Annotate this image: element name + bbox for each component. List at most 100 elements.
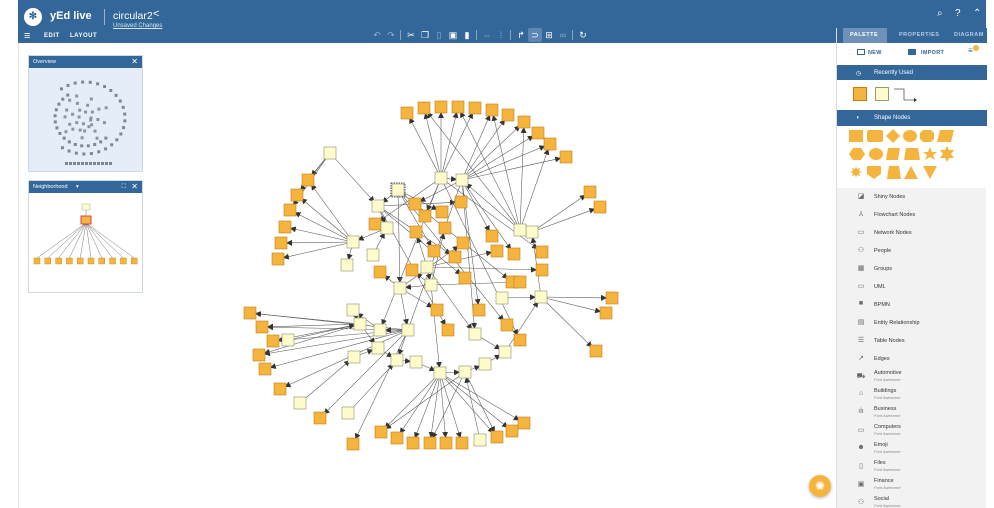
graph-node[interactable] [368, 217, 382, 231]
close-icon[interactable]: ✕ [131, 57, 138, 66]
graph-node[interactable] [366, 248, 380, 262]
graph-node[interactable] [448, 250, 462, 264]
graph-node[interactable] [341, 406, 355, 420]
graph-node[interactable] [543, 137, 557, 151]
graph-node[interactable] [391, 183, 405, 197]
palette-item-shiny-nodes[interactable]: ◪ Shiny Nodes [837, 188, 987, 206]
graph-node[interactable] [534, 290, 548, 304]
graph-node[interactable] [593, 200, 607, 214]
graph-node[interactable] [517, 416, 531, 430]
shape-parallelogram[interactable] [937, 130, 954, 142]
graph-edge[interactable] [464, 376, 481, 441]
shape-star8[interactable] [850, 166, 862, 178]
graph-node[interactable] [433, 366, 447, 380]
graph-node[interactable] [513, 333, 527, 347]
graph-node[interactable] [454, 195, 468, 209]
graph-node[interactable] [390, 431, 404, 445]
graph-edge[interactable] [461, 119, 506, 181]
palette-item-edges[interactable]: ↗ Edges [837, 350, 987, 368]
graph-node[interactable] [340, 258, 354, 272]
tab-properties[interactable]: PROPERTIES [899, 32, 939, 38]
graph-node[interactable] [589, 344, 603, 358]
graph-edge[interactable] [439, 372, 509, 428]
graph-node[interactable] [468, 101, 482, 115]
palette-item-emoji[interactable]: ☻ Emoji Font Awesome [837, 440, 987, 458]
graph-node[interactable] [346, 235, 360, 249]
graph-node[interactable] [418, 209, 432, 223]
graph-node[interactable] [605, 291, 619, 305]
graph-node[interactable] [531, 126, 545, 140]
graph-edge[interactable] [439, 372, 494, 434]
palette-item-files[interactable]: ▯ Files Font Awesome [837, 458, 987, 476]
graph-node[interactable] [281, 333, 295, 347]
graph-node[interactable] [417, 101, 431, 115]
graph-edge[interactable] [440, 111, 459, 179]
palette-item-entity-relationship[interactable]: ▤ Entity Relationship [837, 314, 987, 332]
palette-item-uml[interactable]: ▭ UML [837, 278, 987, 296]
graph-node[interactable] [293, 396, 307, 410]
neighborhood-panel[interactable]: Neighborhood ▾ ⛶ ✕ [28, 180, 143, 293]
palette-item-flowchart-nodes[interactable]: ⅄ Flowchart Nodes [837, 206, 987, 224]
graph-node[interactable] [490, 430, 504, 444]
neighborhood-title[interactable]: Neighborhood [33, 184, 68, 190]
graph-edge[interactable] [285, 239, 354, 246]
shape-triangle[interactable] [904, 166, 918, 179]
graph-node[interactable] [468, 327, 482, 341]
tab-palette[interactable]: PALETTE [850, 32, 878, 38]
palette-item-finance[interactable]: ▣ Finance Font Awesome [837, 476, 987, 494]
close-icon[interactable]: ✕ [131, 182, 138, 191]
graph-node[interactable] [517, 115, 531, 129]
graph-node[interactable] [346, 437, 360, 451]
tab-diagram[interactable]: DIAGRAM [954, 32, 984, 38]
graph-edge[interactable] [430, 232, 446, 286]
recent-edge-icon[interactable] [892, 86, 918, 104]
graph-node[interactable] [439, 436, 453, 450]
graph-edge[interactable] [289, 226, 354, 243]
graph-node[interactable] [409, 355, 423, 369]
graph-edge[interactable] [519, 148, 550, 231]
graph-node[interactable] [301, 173, 315, 187]
graph-node[interactable] [405, 263, 419, 277]
graph-node[interactable] [583, 185, 597, 199]
graph-edge[interactable] [384, 372, 441, 429]
overview-minimap[interactable] [29, 68, 142, 171]
graph-node[interactable] [505, 424, 519, 438]
graph-node[interactable] [430, 303, 444, 317]
graph-node[interactable] [434, 171, 448, 185]
expand-icon[interactable]: ⛶ [122, 184, 126, 191]
graph-edge[interactable] [396, 189, 403, 284]
graph-edge[interactable] [254, 311, 361, 325]
graph-node[interactable] [346, 303, 360, 317]
graph-node[interactable] [271, 252, 285, 266]
graph-edge[interactable] [432, 371, 466, 439]
palette-item-people[interactable]: ⚇ People [837, 242, 987, 260]
graph-node[interactable] [252, 348, 266, 362]
graph-node[interactable] [420, 260, 434, 274]
graph-node[interactable] [274, 236, 288, 250]
recent-orange-node[interactable] [853, 87, 867, 101]
graph-edge[interactable] [465, 183, 521, 231]
graph-node[interactable] [498, 345, 512, 359]
graph-node[interactable] [266, 334, 280, 348]
shape-gallery[interactable] [837, 126, 987, 188]
palette-item-bpmn[interactable]: ■ BPMN [837, 296, 987, 314]
graph-edge[interactable] [347, 363, 394, 414]
graph-edge[interactable] [282, 241, 354, 260]
shape-star5[interactable] [923, 147, 937, 160]
graph-edge[interactable] [540, 294, 608, 301]
graph-node[interactable] [373, 265, 387, 279]
graph-node[interactable] [283, 203, 297, 217]
graph-node[interactable] [451, 100, 465, 114]
graph-node[interactable] [409, 225, 423, 239]
graph-node[interactable] [473, 433, 487, 447]
graph-node[interactable] [485, 229, 499, 243]
graph-node[interactable] [458, 365, 472, 379]
shape-ellipse[interactable] [903, 130, 917, 142]
graph-node[interactable] [438, 221, 452, 235]
recently-used-section[interactable]: ◷ Recently Used [837, 65, 987, 81]
shape-rectangle[interactable] [849, 130, 863, 142]
graph-node[interactable] [400, 106, 414, 120]
graph-node[interactable] [390, 353, 404, 367]
graph-node[interactable] [273, 382, 287, 396]
graph-node[interactable] [401, 323, 415, 337]
